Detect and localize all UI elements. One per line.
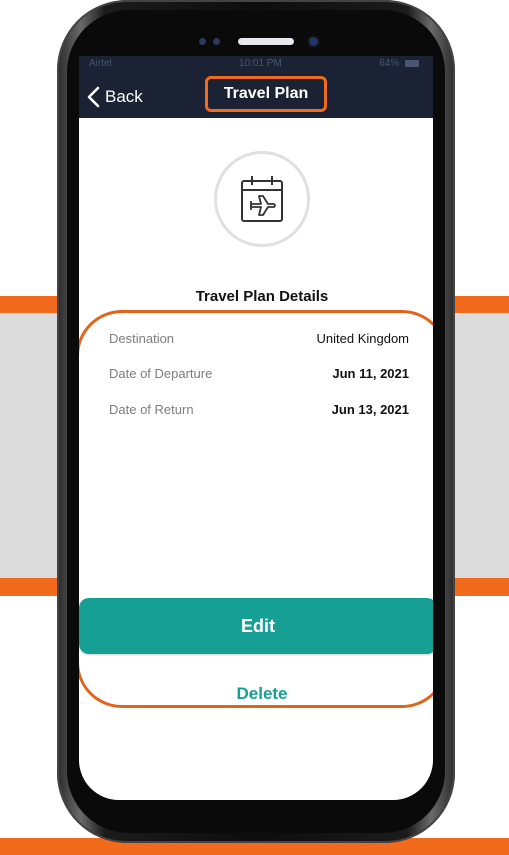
back-button[interactable]: Back	[85, 84, 143, 110]
battery-indicator: 64%	[379, 58, 419, 69]
navigation-bar: Airtel 10:01 PM 64% Back Travel Plan	[79, 56, 433, 118]
detail-value: Jun 13, 2021	[331, 402, 409, 417]
sensor-dot	[199, 38, 206, 45]
detail-label: Date of Return	[109, 402, 194, 417]
travel-plan-icon-badge	[214, 151, 310, 247]
detail-label: Destination	[109, 331, 175, 346]
carrier-name: Airtel	[89, 58, 112, 69]
back-button-label: Back	[105, 87, 143, 106]
front-camera	[307, 35, 320, 48]
phone-frame: Airtel 10:01 PM 64% Back Travel Plan Tra…	[57, 0, 455, 843]
earpiece-speaker	[238, 38, 294, 45]
battery-icon	[405, 59, 419, 67]
detail-row-destination: Destination United Kingdom	[109, 331, 409, 349]
edit-button[interactable]: Edit	[79, 598, 433, 654]
phone-bezel: Airtel 10:01 PM 64% Back Travel Plan Tra…	[67, 10, 445, 833]
page-title: Travel Plan	[223, 85, 309, 102]
nav-title-highlight: Travel Plan	[205, 76, 327, 112]
chevron-left-icon	[87, 86, 100, 108]
details-section-title: Travel Plan Details	[195, 288, 329, 305]
sensor-dot	[213, 38, 220, 45]
battery-percent: 64%	[379, 58, 400, 69]
status-bar: Airtel 10:01 PM 64%	[79, 58, 433, 72]
status-time: 10:01 PM	[239, 58, 282, 69]
detail-value: United Kingdom	[316, 331, 410, 346]
detail-row-return: Date of Return Jun 13, 2021	[109, 402, 409, 420]
delete-button[interactable]: Delete	[79, 684, 433, 704]
detail-value: Jun 11, 2021	[332, 366, 409, 381]
calendar-airplane-icon	[241, 176, 283, 222]
detail-label: Date of Departure	[109, 366, 213, 381]
app-screen: Airtel 10:01 PM 64% Back Travel Plan Tra…	[79, 56, 433, 800]
screenshot-stage: Airtel 10:01 PM 64% Back Travel Plan Tra…	[0, 0, 509, 855]
detail-row-departure: Date of Departure Jun 11, 2021	[109, 366, 409, 384]
